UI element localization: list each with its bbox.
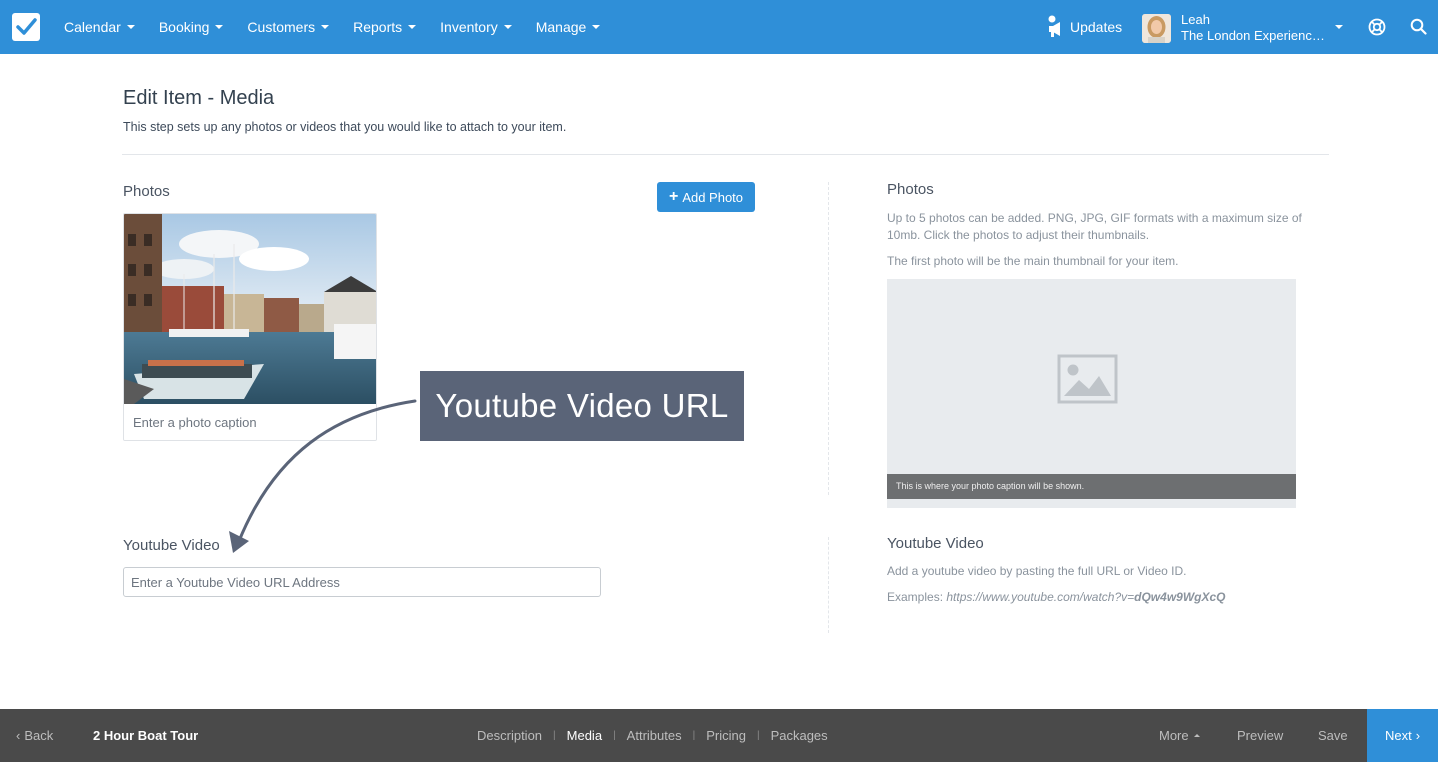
page-title: Edit Item - Media bbox=[123, 87, 275, 109]
photos-section-label: Photos bbox=[123, 183, 170, 200]
example-url: https://www.youtube.com/watch?v= bbox=[946, 590, 1135, 604]
nav-reports[interactable]: Reports bbox=[341, 19, 428, 35]
youtube-help-title: Youtube Video bbox=[887, 535, 984, 552]
updates-label: Updates bbox=[1070, 19, 1123, 35]
step-description[interactable]: Description bbox=[466, 728, 553, 743]
save-button[interactable]: Save bbox=[1318, 709, 1348, 762]
nav-manage-label: Manage bbox=[535, 19, 587, 35]
user-company: The London Experienc… bbox=[1181, 28, 1325, 43]
avatar bbox=[1142, 13, 1171, 43]
callout-arrow bbox=[229, 399, 417, 553]
step-pricing[interactable]: Pricing bbox=[695, 728, 757, 743]
chevron-down-icon bbox=[503, 25, 512, 29]
nav-booking[interactable]: Booking bbox=[147, 19, 236, 35]
chevron-up-icon bbox=[1193, 734, 1200, 737]
more-label: More bbox=[1159, 728, 1189, 743]
nav-calendar-label: Calendar bbox=[64, 19, 121, 35]
chevron-left-icon: ‹ bbox=[16, 728, 21, 743]
column-divider bbox=[828, 537, 829, 633]
nav-inventory-label: Inventory bbox=[440, 19, 498, 35]
youtube-url-callout: Youtube Video URL bbox=[420, 371, 744, 441]
chevron-down-icon[interactable] bbox=[1335, 25, 1343, 29]
photos-help-text: Up to 5 photos can be added. PNG, JPG, G… bbox=[887, 211, 1302, 242]
user-info: Leah The London Experienc… bbox=[1181, 12, 1331, 44]
item-title: 2 Hour Boat Tour bbox=[93, 728, 199, 743]
main-nav: Calendar Booking Customers Reports Inven… bbox=[52, 0, 612, 54]
nav-customers-label: Customers bbox=[247, 19, 316, 35]
youtube-help-examples: Examples: https://www.youtube.com/watch?… bbox=[887, 589, 1226, 606]
step-packages[interactable]: Packages bbox=[760, 728, 839, 743]
divider bbox=[122, 154, 1329, 155]
youtube-url-input[interactable] bbox=[123, 567, 601, 597]
preview-button[interactable]: Preview bbox=[1237, 709, 1283, 762]
step-nav: Description | Media | Attributes | Prici… bbox=[466, 709, 839, 762]
footer-bar: ‹ Back 2 Hour Boat Tour Description | Me… bbox=[0, 709, 1438, 762]
nav-booking-label: Booking bbox=[158, 19, 210, 35]
chevron-down-icon bbox=[592, 25, 601, 29]
chevron-down-icon bbox=[215, 25, 224, 29]
user-name: Leah bbox=[1181, 12, 1210, 27]
photos-help-thumbnail-text: The first photo will be the main thumbna… bbox=[887, 254, 1179, 268]
nav-customers[interactable]: Customers bbox=[235, 19, 341, 35]
photos-help-title: Photos bbox=[887, 181, 934, 198]
step-media[interactable]: Media bbox=[556, 728, 613, 743]
page-subtitle: This step sets up any photos or videos t… bbox=[123, 120, 567, 134]
chevron-right-icon: › bbox=[1415, 728, 1421, 743]
examples-label: Examples: bbox=[887, 590, 944, 604]
image-placeholder-icon bbox=[1057, 354, 1118, 404]
nav-inventory[interactable]: Inventory bbox=[428, 19, 524, 35]
nav-reports-label: Reports bbox=[353, 19, 403, 35]
boat-tour-photo[interactable] bbox=[124, 214, 377, 404]
step-attributes[interactable]: Attributes bbox=[616, 728, 693, 743]
nav-manage[interactable]: Manage bbox=[524, 19, 613, 35]
next-label: Next bbox=[1384, 728, 1412, 743]
nav-calendar[interactable]: Calendar bbox=[52, 19, 147, 35]
preview-caption-bar: This is where your photo caption will be… bbox=[887, 474, 1296, 499]
back-label: Back bbox=[24, 728, 54, 743]
megaphone-icon bbox=[1048, 15, 1060, 37]
top-navbar: Calendar Booking Customers Reports Inven… bbox=[0, 0, 1438, 54]
youtube-section-label: Youtube Video bbox=[123, 537, 220, 554]
updates-button[interactable]: Updates bbox=[1048, 10, 1122, 44]
lifebuoy-help-icon[interactable] bbox=[1368, 18, 1386, 36]
back-button[interactable]: ‹ Back bbox=[16, 709, 53, 762]
more-button[interactable]: More bbox=[1159, 709, 1200, 762]
checkmark-logo-icon[interactable] bbox=[12, 13, 40, 41]
user-menu[interactable]: Leah The London Experienc… bbox=[1142, 12, 1331, 44]
next-button[interactable]: Next › bbox=[1367, 709, 1438, 762]
youtube-help-text: Add a youtube video by pasting the full … bbox=[887, 564, 1187, 578]
search-icon[interactable] bbox=[1410, 18, 1427, 35]
example-video-id: dQw4w9WgXcQ bbox=[1134, 590, 1226, 604]
add-photo-button[interactable]: + Add Photo bbox=[657, 182, 755, 212]
chevron-down-icon bbox=[408, 25, 417, 29]
chevron-down-icon bbox=[321, 25, 330, 29]
chevron-down-icon bbox=[126, 25, 135, 29]
column-divider bbox=[828, 182, 829, 495]
add-photo-label: Add Photo bbox=[682, 189, 744, 205]
plus-icon: + bbox=[668, 188, 679, 205]
